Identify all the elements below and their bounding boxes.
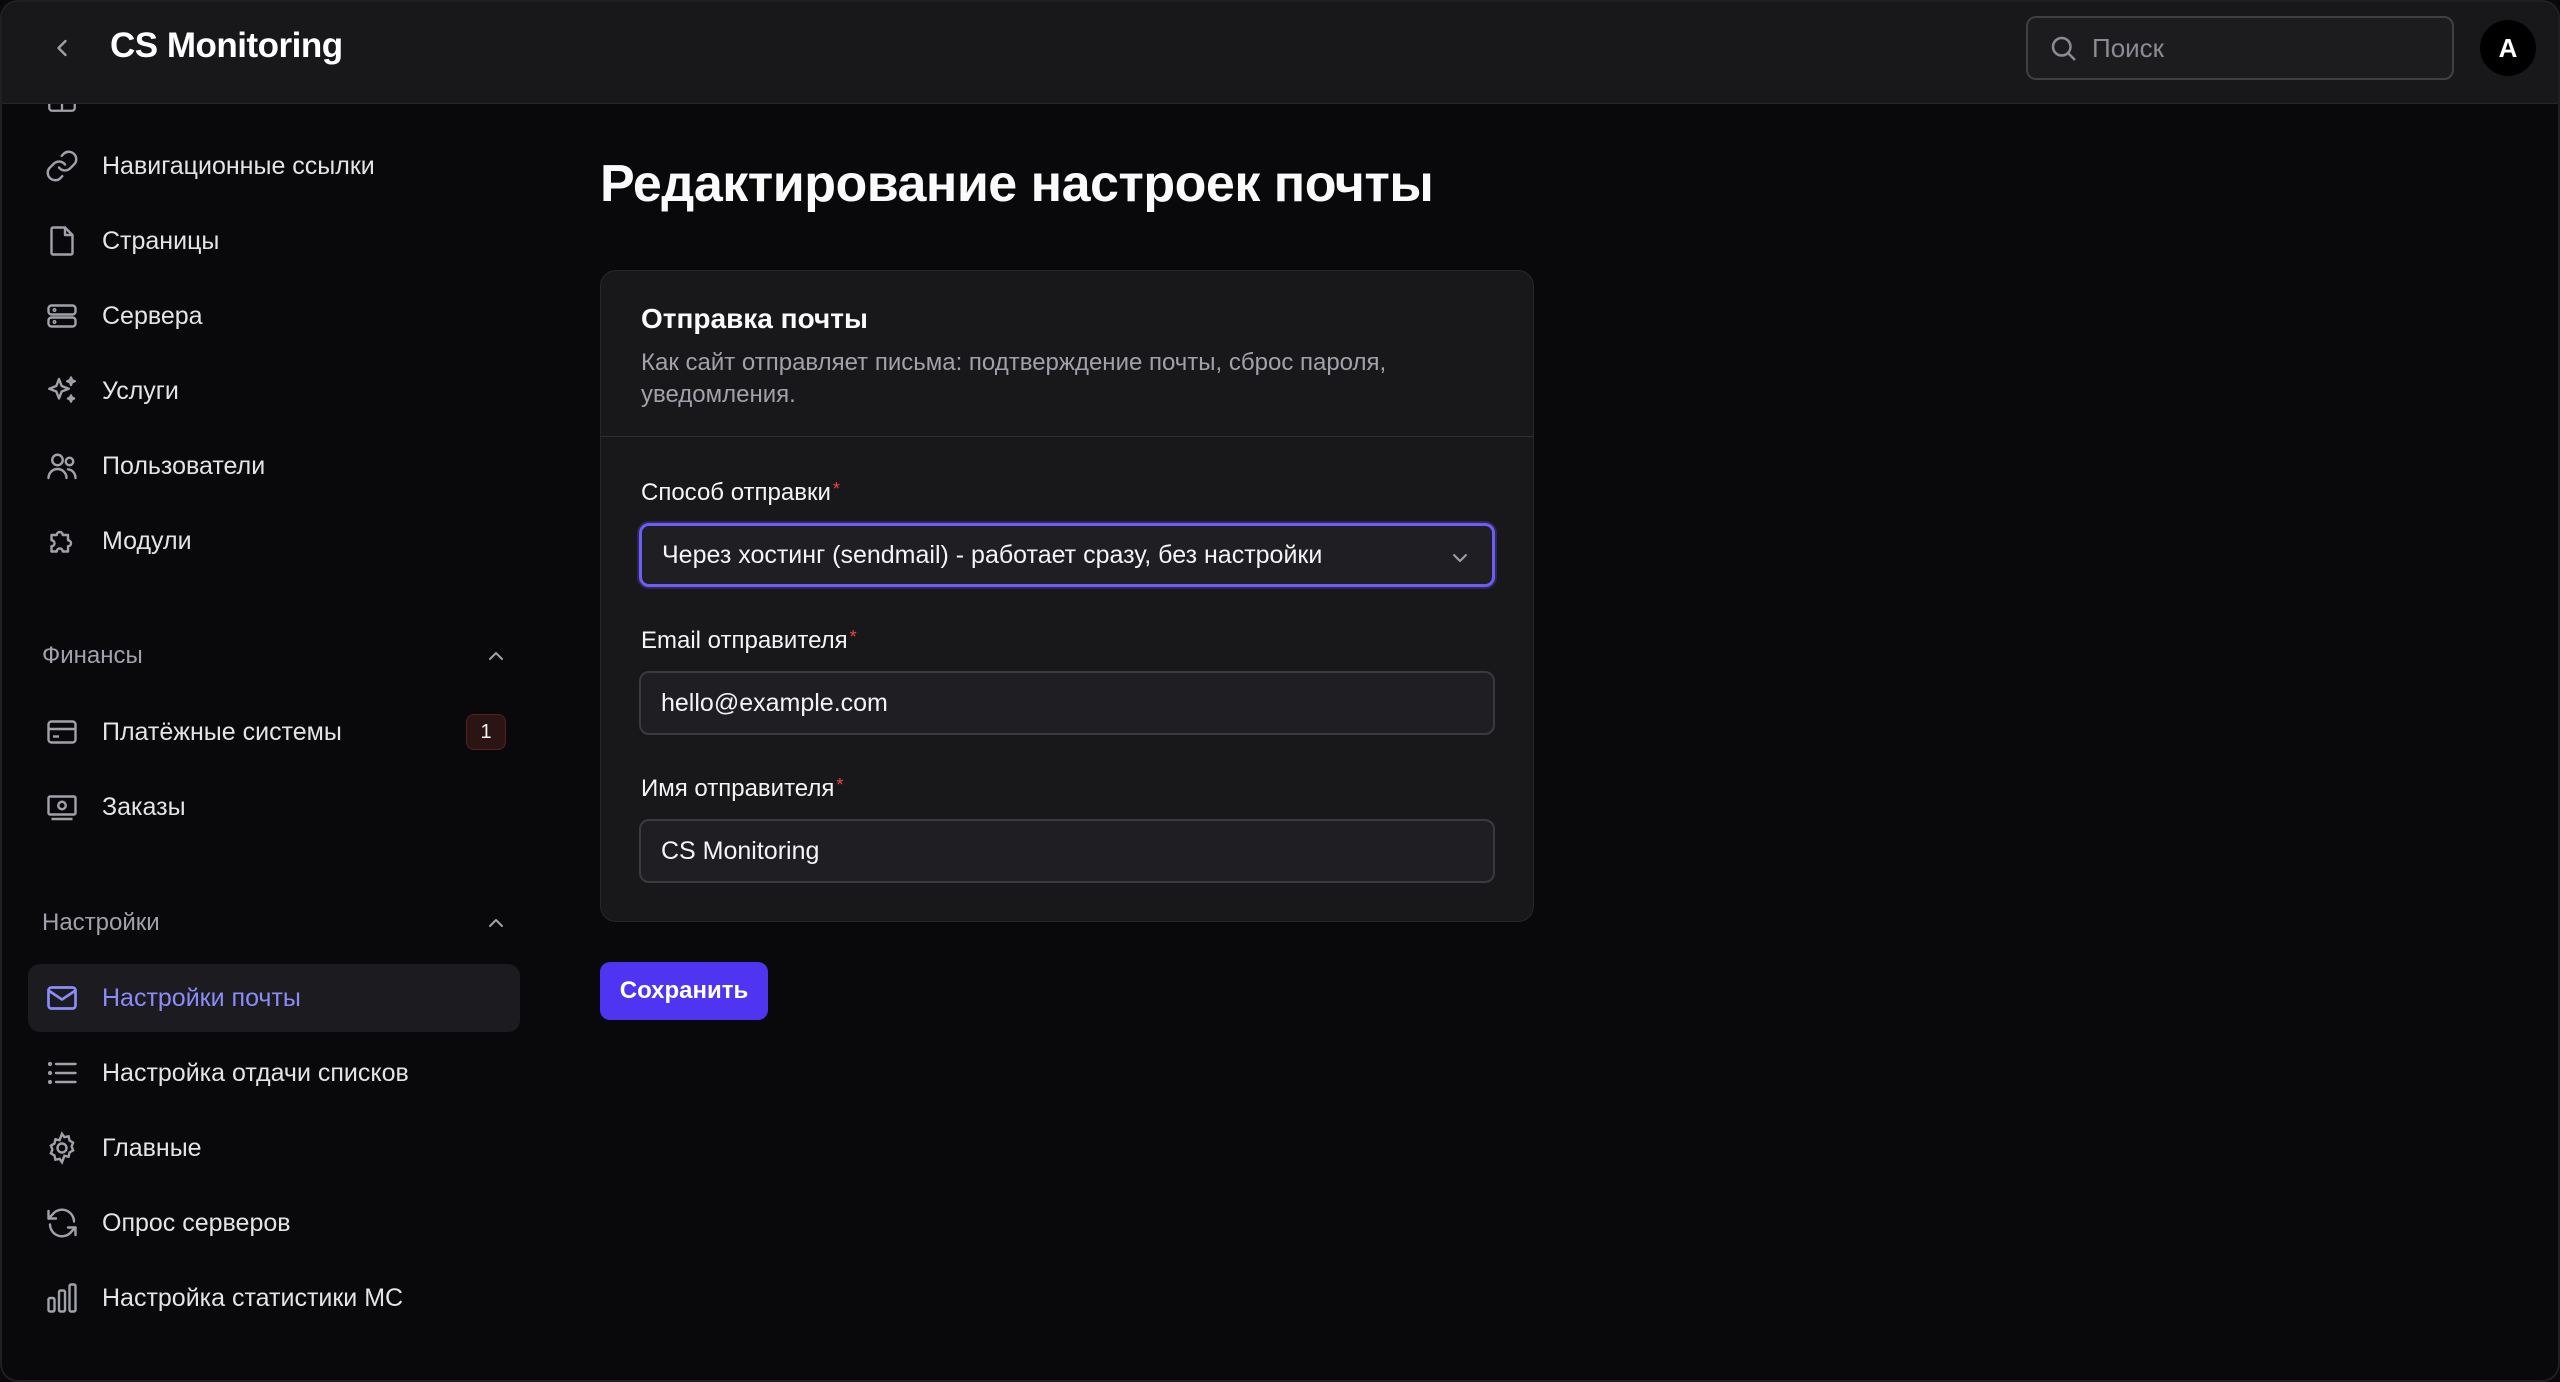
app-window: CS Monitoring A Навигационные ссылки Стр… (0, 0, 2560, 1382)
gear-icon (42, 1128, 82, 1168)
sidebar-item-main[interactable]: Главные (28, 1114, 520, 1182)
chevron-up-icon (489, 919, 503, 927)
group-label: Настройки (42, 909, 160, 936)
chevron-down-icon (1453, 554, 1467, 562)
link-icon (42, 146, 82, 186)
count-badge: 1 (466, 714, 506, 750)
required-mark: * (832, 479, 840, 499)
list-icon (42, 1053, 82, 1093)
save-button[interactable]: Сохранить (600, 962, 768, 1020)
banknote-icon (42, 787, 82, 827)
sidebar-item-server-polling[interactable]: Опрос серверов (28, 1189, 520, 1257)
required-mark: * (849, 627, 857, 647)
sidebar-item-label: Сервера (102, 301, 203, 330)
search-input[interactable] (2092, 32, 2432, 64)
card-title: Отправка почты (641, 303, 868, 334)
sender-name-field-wrapper[interactable] (639, 819, 1495, 883)
card-description: Как сайт отправляет письма: подтверждени… (641, 349, 1387, 408)
mail-settings-card: Отправка почты Как сайт отправляет письм… (600, 270, 1534, 922)
app-title: CS Monitoring (110, 26, 343, 65)
mail-icon (42, 978, 82, 1018)
refresh-icon (42, 1203, 82, 1243)
email-field-wrapper[interactable] (639, 671, 1495, 735)
sender-name-label: Имя отправителя * (641, 775, 844, 802)
sidebar-item-label: Настройки почты (102, 983, 301, 1012)
sidebar-item-nav-links[interactable]: Навигационные ссылки (28, 132, 520, 200)
method-select[interactable]: Через хостинг (sendmail) - работает сраз… (639, 523, 1495, 587)
avatar[interactable]: A (2480, 20, 2536, 76)
sidebar-item-services[interactable]: Услуги (28, 357, 520, 425)
search-icon (2051, 36, 2076, 61)
users-icon (42, 446, 82, 486)
sidebar-item-label: Опрос серверов (102, 1208, 291, 1237)
group-header-settings[interactable]: Настройки (42, 901, 508, 945)
sidebar-item-payment-systems[interactable]: Платёжные системы 1 (28, 698, 520, 766)
email-field[interactable] (661, 688, 1441, 718)
sidebar-item-label: Настройка статистики МС (102, 1283, 404, 1312)
group-header-finance[interactable]: Финансы (42, 634, 508, 678)
grid-icon (42, 104, 82, 118)
sidebar-item-users[interactable]: Пользователи (28, 432, 520, 500)
email-label: Email отправителя * (641, 627, 857, 654)
sidebar-item-label: Пользователи (102, 451, 266, 480)
sidebar-item-ms-stats[interactable]: Настройка статистики МС (28, 1264, 520, 1332)
sender-name-field[interactable] (661, 836, 1441, 866)
top-bar: CS Monitoring A (2, 2, 2558, 104)
sidebar-item-label: Навигационные ссылки (102, 151, 375, 180)
page-title: Редактирование настроек почты (600, 155, 1434, 213)
bar-chart-icon (42, 1278, 82, 1318)
required-mark: * (836, 775, 844, 795)
group-label: Финансы (42, 642, 143, 669)
chevron-left-icon (57, 39, 67, 57)
sidebar-item-orders[interactable]: Заказы (28, 773, 520, 841)
method-label: Способ отправки * (641, 479, 840, 506)
sidebar-item-label: Главные (102, 1133, 202, 1162)
sidebar-item-label: Настройка отдачи списков (102, 1058, 409, 1087)
sidebar-item-label: Модули (102, 526, 192, 555)
sidebar-item-list-output[interactable]: Настройка отдачи списков (28, 1039, 520, 1107)
search-box[interactable] (2026, 16, 2454, 80)
sidebar-item-modules[interactable]: Модули (28, 507, 520, 575)
sidebar-item-mail-settings[interactable]: Настройки почты (28, 964, 520, 1032)
file-icon (42, 221, 82, 261)
card-header: Отправка почты Как сайт отправляет письм… (601, 271, 1533, 437)
puzzle-icon (42, 521, 82, 561)
sidebar-item-clipped[interactable] (28, 104, 520, 132)
sidebar: Навигационные ссылки Страницы Сервера Ус… (2, 104, 542, 1380)
sidebar-item-label: Страницы (102, 226, 220, 255)
back-button[interactable] (42, 28, 82, 68)
credit-card-icon (42, 712, 82, 752)
sidebar-item-servers[interactable]: Сервера (28, 282, 520, 350)
sidebar-item-label: Заказы (102, 792, 186, 821)
sidebar-item-pages[interactable]: Страницы (28, 207, 520, 275)
server-icon (42, 296, 82, 336)
method-select-value: Через хостинг (sendmail) - работает сраз… (662, 540, 1323, 569)
chevron-up-icon (489, 652, 503, 660)
sidebar-item-label: Услуги (102, 376, 179, 405)
sidebar-item-label: Платёжные системы (102, 717, 342, 746)
sparkles-icon (42, 371, 82, 411)
